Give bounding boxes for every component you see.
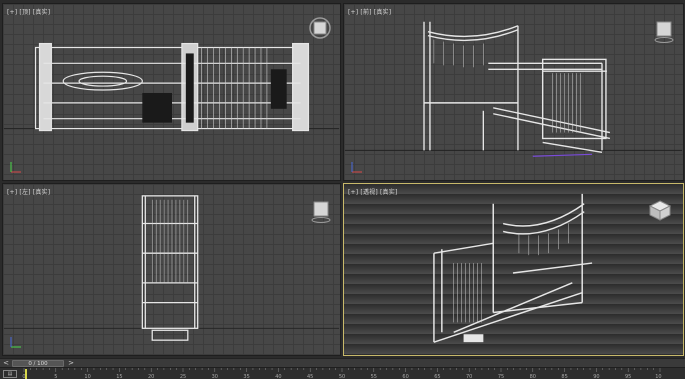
viewcube[interactable] [653,18,675,48]
time-slider-thumb[interactable]: 0 / 100 [12,360,64,367]
axis-tripod-icon [10,162,21,173]
tick-label: 50 [339,374,345,379]
tick-label: 65 [434,374,440,379]
viewport-top[interactable]: [+] [顶] [真实] [2,3,341,181]
tick-label: 40 [275,374,281,379]
loom-perspective-view [433,193,593,343]
tick-label: 45 [307,374,313,379]
mini-curve-editor-icon[interactable]: ▤ [3,370,17,378]
tick-label: 85 [561,374,567,379]
tick-label: 60 [402,374,408,379]
tick-label: 80 [530,374,536,379]
tick-label: 95 [625,374,631,379]
time-slider[interactable]: < 0 / 100 > [0,358,685,367]
tick-label: 70 [466,374,472,379]
viewcube[interactable] [310,198,332,228]
viewcube[interactable] [308,16,332,44]
tick-label: 20 [148,374,154,379]
viewport-perspective[interactable]: [+] [透视] [真实] [343,183,684,356]
tick-label: 55 [371,374,377,379]
loom-top-view [3,42,340,132]
viewport-left[interactable]: [+] [左] [真实] [2,183,341,356]
tick-label: 25 [180,374,186,379]
tick-label: 90 [593,374,599,379]
viewcube[interactable] [647,198,673,228]
tick-label: 5 [54,374,57,379]
track-bar[interactable]: ▤ 0 5 10 15 20 25 30 35 40 45 50 55 60 65 70 75 80 85 90 95… [0,367,685,379]
axis-tripod-icon [351,162,362,173]
tick-label: 35 [243,374,249,379]
tick-label: 15 [116,374,122,379]
loom-left-view [3,195,340,341]
track-bar-ruler[interactable]: 0 5 10 15 20 25 30 35 40 45 50 55 60 65 70 75 80 85 90 95 10… [22,368,662,379]
tick-label: 75 [498,374,504,379]
tick-label: 100 [655,374,662,379]
axis-tripod-icon [10,337,21,348]
tick-label: 30 [212,374,218,379]
loom-front-view [344,21,683,157]
viewport-front[interactable]: [+] [前] [真实] [343,3,684,181]
tick-label: 10 [84,374,90,379]
current-frame-marker[interactable] [25,369,27,379]
